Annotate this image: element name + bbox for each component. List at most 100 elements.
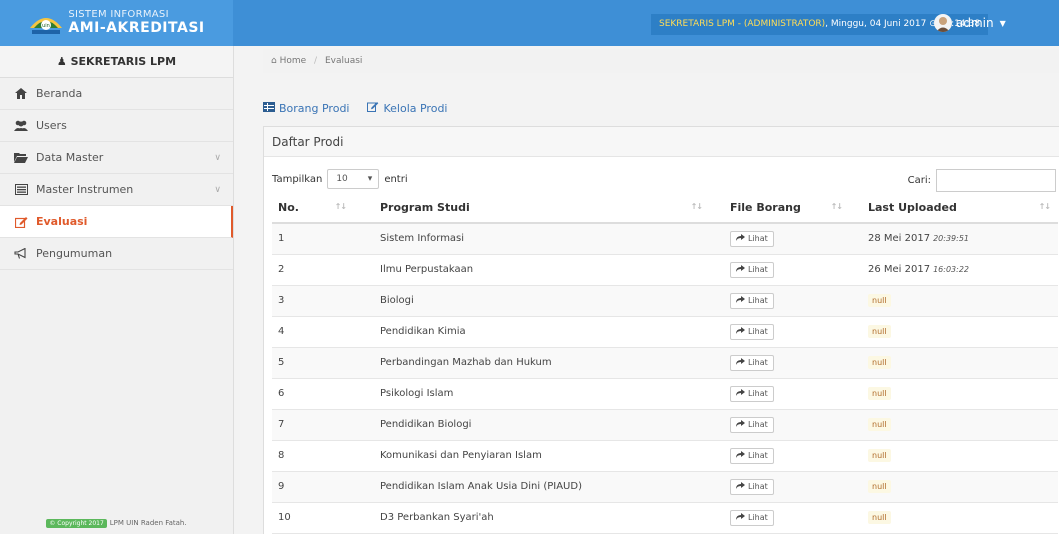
- lihat-label: Lihat: [748, 389, 768, 398]
- sidebar-item-label: Data Master: [36, 151, 104, 164]
- edit-icon: [367, 101, 379, 115]
- cell-no: 7: [272, 409, 354, 441]
- table-row: 7 Pendidikan Biologi Lihat null: [272, 409, 1058, 441]
- lihat-label: Lihat: [748, 420, 768, 429]
- lihat-button[interactable]: Lihat: [730, 230, 774, 247]
- sort-icon: ↑↓: [830, 202, 843, 211]
- tab-kelola-prodi[interactable]: Kelola Prodi: [367, 98, 448, 118]
- entries-select-value: 10: [336, 174, 348, 184]
- column-header-no[interactable]: No. ↑↓: [272, 193, 354, 224]
- cell-file-borang: Lihat: [710, 502, 850, 534]
- table-body: 1 Sistem Informasi Lihat 28 Mei 2017 20:39:5…: [272, 223, 1058, 534]
- sidebar-item-data-master[interactable]: Data Master ∨: [0, 142, 233, 174]
- sidebar-item-master-instrumen[interactable]: Master Instrumen ∨: [0, 174, 233, 206]
- tab-label: Borang Prodi: [279, 101, 350, 115]
- lihat-button[interactable]: Lihat: [730, 447, 774, 464]
- null-badge: null: [868, 387, 891, 400]
- cell-last-uploaded: null: [850, 378, 1058, 410]
- sidebar-item-beranda[interactable]: Beranda: [0, 78, 233, 110]
- lihat-button[interactable]: Lihat: [730, 416, 774, 433]
- column-header-last-uploaded[interactable]: Last Uploaded ↑↓: [850, 193, 1058, 224]
- lihat-button[interactable]: Lihat: [730, 323, 774, 340]
- lihat-label: Lihat: [748, 234, 768, 244]
- column-header-program-studi[interactable]: Program Studi ↑↓: [354, 193, 710, 224]
- table-row: 6 Psikologi Islam Lihat null: [272, 378, 1058, 410]
- tab-borang-prodi[interactable]: Borang Prodi: [263, 98, 349, 118]
- lihat-button[interactable]: Lihat: [730, 509, 774, 526]
- cell-program-studi: Perbandingan Mazhab dan Hukum: [354, 347, 710, 379]
- null-badge: null: [868, 449, 891, 462]
- prodi-table: No. ↑↓ Program Studi ↑↓ File Borang ↑↓ Last…: [272, 193, 1058, 534]
- lihat-button[interactable]: Lihat: [730, 292, 774, 309]
- table-controls: Tampilkan 10 ▾ entri Cari:: [264, 157, 1059, 193]
- lihat-button[interactable]: Lihat: [730, 385, 774, 402]
- sidebar-item-label: Master Instrumen: [36, 183, 134, 196]
- share-icon: [736, 265, 745, 274]
- copyright-badge: © Copyright 2017: [46, 518, 107, 528]
- main-content: ⌂ Home / Evaluasi Borang Prodi Kelola Pr…: [234, 46, 1059, 534]
- cell-no: 10: [272, 502, 354, 534]
- home-icon: ⌂: [271, 56, 277, 66]
- null-badge: null: [868, 294, 891, 307]
- uin-logo-icon: uin: [28, 8, 64, 38]
- cell-file-borang: Lihat: [710, 285, 850, 317]
- sidebar-title: SEKRETARIS LPM: [70, 55, 177, 68]
- session-date: , Minggu, 04 Juni 2017: [825, 19, 927, 29]
- upload-date: 28 Mei 2017: [868, 233, 931, 245]
- column-header-file-borang[interactable]: File Borang ↑↓: [710, 193, 850, 224]
- sort-icon: ↑↓: [690, 202, 703, 211]
- table-search: Cari:: [908, 169, 1056, 192]
- null-badge: null: [868, 325, 891, 338]
- cell-file-borang: Lihat: [710, 440, 850, 472]
- sidebar-item-evaluasi[interactable]: Evaluasi: [0, 206, 233, 238]
- cell-no: 5: [272, 347, 354, 379]
- brand[interactable]: uin SISTEM INFORMASI AMI-AKREDITASI: [0, 0, 233, 46]
- sidebar-item-users[interactable]: Users: [0, 110, 233, 142]
- breadcrumb-home[interactable]: Home: [280, 56, 307, 66]
- lihat-button[interactable]: Lihat: [730, 478, 774, 495]
- cell-program-studi: Komunikasi dan Penyiaran Islam: [354, 440, 710, 472]
- cell-last-uploaded: null: [850, 285, 1058, 317]
- null-badge: null: [868, 511, 891, 524]
- sidebar: ♟ SEKRETARIS LPM Beranda Users Data Mast…: [0, 46, 234, 534]
- lihat-button[interactable]: Lihat: [730, 261, 774, 278]
- page-tabs: Borang Prodi Kelola Prodi: [263, 98, 448, 118]
- folder-open-icon: [14, 152, 28, 163]
- cell-last-uploaded: null: [850, 316, 1058, 348]
- lihat-label: Lihat: [748, 451, 768, 460]
- length-suffix: entri: [384, 173, 408, 185]
- search-label: Cari:: [907, 175, 931, 186]
- session-role: SEKRETARIS LPM - (ADMINISTRATOR): [659, 19, 826, 29]
- user-avatar-icon: [934, 14, 952, 32]
- table-row: 9 Pendidikan Islam Anak Usia Dini (PIAUD)…: [272, 471, 1058, 503]
- cell-last-uploaded: 26 Mei 2017 16:03:22: [850, 254, 1058, 286]
- table-header-row: No. ↑↓ Program Studi ↑↓ File Borang ↑↓ Last…: [272, 193, 1058, 224]
- sort-icon: ↑↓: [1038, 202, 1051, 211]
- cell-program-studi: Psikologi Islam: [354, 378, 710, 410]
- lihat-button[interactable]: Lihat: [730, 354, 774, 371]
- cell-file-borang: Lihat: [710, 254, 850, 286]
- upload-time: 16:03:22: [933, 265, 970, 274]
- share-icon: [736, 389, 745, 398]
- entries-length: Tampilkan 10 ▾ entri: [272, 169, 408, 189]
- cell-no: 4: [272, 316, 354, 348]
- edit-icon: [14, 216, 28, 228]
- prodi-panel: Daftar Prodi Tampilkan 10 ▾ entri Cari:: [263, 126, 1059, 534]
- sidebar-item-pengumuman[interactable]: Pengumuman: [0, 238, 233, 270]
- copyright-text: LPM UIN Raden Fatah.: [109, 519, 187, 527]
- cell-program-studi: Sistem Informasi: [354, 223, 710, 255]
- cell-file-borang: Lihat: [710, 409, 850, 441]
- sidebar-item-label: Evaluasi: [36, 215, 88, 228]
- search-input[interactable]: [936, 169, 1056, 192]
- cell-program-studi: Pendidikan Islam Anak Usia Dini (PIAUD): [354, 471, 710, 503]
- svg-text:uin: uin: [43, 23, 51, 29]
- cell-last-uploaded: null: [850, 502, 1058, 534]
- chevron-down-icon: ∨: [214, 153, 221, 163]
- cell-program-studi: D3 Perbankan Syari'ah: [354, 502, 710, 534]
- cell-no: 2: [272, 254, 354, 286]
- user-menu[interactable]: admin ▼: [922, 11, 1026, 35]
- share-icon: [736, 420, 745, 429]
- entries-select[interactable]: 10 ▾: [327, 169, 380, 189]
- cell-no: 9: [272, 471, 354, 503]
- lihat-label: Lihat: [748, 482, 768, 491]
